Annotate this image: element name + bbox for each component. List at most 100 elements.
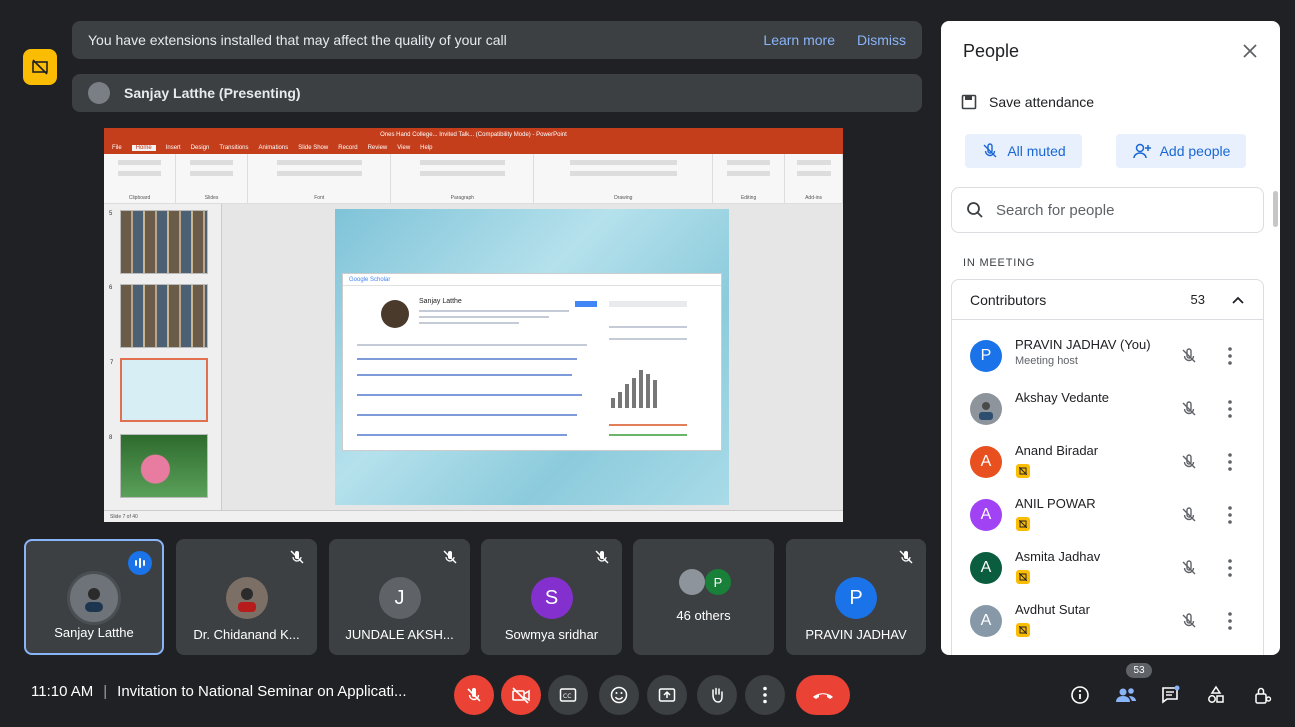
participant-avatar (225, 577, 268, 619)
mic-off-icon[interactable] (1180, 453, 1198, 471)
chat-button[interactable] (1156, 681, 1184, 709)
more-options-icon[interactable] (1228, 558, 1232, 578)
presenting-bar: Sanjay Latthe (Presenting) (72, 74, 922, 112)
participant-avatar: P (835, 577, 877, 619)
participant-name: Asmita Jadhav (1015, 549, 1101, 564)
microphone-button[interactable] (454, 675, 494, 715)
participant-row[interactable]: A Anand Biradar (970, 438, 1260, 488)
presenting-label: Sanjay Latthe (Presenting) (124, 85, 301, 101)
participant-name: Dr. Chidanand K... (193, 627, 300, 642)
participant-avatar (970, 393, 1002, 425)
contributors-header[interactable]: Contributors 53 (952, 280, 1263, 320)
contributors-section: Contributors 53 P PRAVIN JADHAV (You) Me… (951, 279, 1264, 655)
present-button[interactable] (647, 675, 687, 715)
more-options-button[interactable] (745, 675, 785, 715)
activities-button[interactable] (1202, 681, 1230, 709)
people-button[interactable] (1112, 681, 1140, 709)
ppt-group: Drawing (534, 154, 714, 203)
others-tile[interactable]: P 46 others (633, 539, 774, 655)
participant-tile[interactable]: J JUNDALE AKSH... (329, 539, 470, 655)
info-separator: | (103, 683, 108, 700)
meeting-details-button[interactable] (1066, 681, 1094, 709)
emoji-icon (610, 686, 628, 704)
mic-off-icon[interactable] (1180, 347, 1198, 365)
participant-row[interactable]: A ANIL POWAR (970, 491, 1260, 541)
more-options-icon[interactable] (1228, 452, 1232, 472)
more-options-icon[interactable] (1228, 505, 1232, 525)
mic-off-icon[interactable] (1180, 612, 1198, 630)
participant-tile[interactable]: Sanjay Latthe (24, 539, 164, 655)
participant-avatar: A (970, 552, 1002, 584)
save-attendance-label: Save attendance (989, 94, 1095, 110)
contributors-count: 53 (1190, 292, 1205, 307)
mic-off-icon[interactable] (1180, 506, 1198, 524)
raise-hand-button[interactable] (697, 675, 737, 715)
mic-off-icon (443, 550, 457, 564)
slide-thumbnails: 5 6 7 8 (104, 204, 222, 513)
slide-thumbnail: 8 (109, 434, 208, 498)
chevron-up-icon[interactable] (1231, 295, 1245, 305)
learn-more-link[interactable]: Learn more (763, 32, 835, 48)
hide-self-view-icon[interactable] (23, 49, 57, 85)
participant-tile[interactable]: S Sowmya sridhar (481, 539, 622, 655)
reactions-button[interactable] (599, 675, 639, 715)
presenting-badge-icon (1016, 623, 1030, 637)
mic-off-icon[interactable] (1180, 559, 1198, 577)
participant-row[interactable]: Akshay Vedante (970, 385, 1260, 435)
captions-icon: CC (559, 688, 577, 702)
more-options-icon[interactable] (1228, 611, 1232, 631)
mic-off-icon (467, 688, 481, 702)
participant-name: PRAVIN JADHAV (805, 627, 907, 642)
host-controls-button[interactable] (1249, 681, 1277, 709)
participant-row[interactable]: P PRAVIN JADHAV (You) Meeting host (970, 332, 1260, 382)
participant-tile[interactable]: P PRAVIN JADHAV (786, 539, 926, 655)
meeting-title[interactable]: Invitation to National Seminar on Applic… (117, 683, 406, 700)
ppt-title-bar: Ones Hand College... Invited Talk... (Co… (104, 128, 843, 142)
add-people-button[interactable]: Add people (1116, 134, 1246, 168)
participant-avatar: P (970, 340, 1002, 372)
camera-button[interactable] (501, 675, 541, 715)
activities-icon (1208, 685, 1224, 703)
citations-bar-chart (611, 368, 671, 408)
ppt-tab: Insert (165, 145, 181, 151)
slide-thumbnail: 5 (109, 210, 208, 274)
panel-scrollbar[interactable] (1273, 191, 1278, 227)
all-muted-button[interactable]: All muted (965, 134, 1082, 168)
ppt-tab: Review (367, 145, 388, 151)
participant-name: Anand Biradar (1015, 443, 1099, 458)
extensions-banner: You have extensions installed that may a… (72, 21, 922, 59)
leave-call-button[interactable] (796, 675, 850, 715)
ppt-tab: Transitions (219, 145, 249, 151)
ppt-tab: File (112, 145, 122, 151)
people-icon (1116, 688, 1136, 702)
participant-tile[interactable]: Dr. Chidanand K... (176, 539, 317, 655)
raise-hand-icon (712, 687, 723, 703)
more-options-icon[interactable] (1228, 346, 1232, 366)
dismiss-button[interactable]: Dismiss (857, 32, 906, 48)
search-input[interactable]: Search for people (951, 187, 1264, 233)
ppt-group: Add-ins (785, 154, 843, 203)
save-icon (961, 94, 977, 110)
close-icon[interactable] (1240, 41, 1260, 61)
more-options-icon[interactable] (1228, 399, 1232, 419)
participant-avatar: A (970, 446, 1002, 478)
scholar-screenshot: Google Scholar Sanjay Latthe (342, 273, 722, 451)
mic-off-icon[interactable] (1180, 400, 1198, 418)
mic-off-icon (899, 550, 913, 564)
present-screen-icon (658, 688, 676, 702)
ppt-ribbon-tabs: File Home Insert Design Transitions Anim… (104, 142, 843, 154)
mic-off-icon (983, 143, 997, 158)
search-placeholder: Search for people (996, 201, 1115, 219)
captions-button[interactable]: CC (548, 675, 588, 715)
participant-name: Akshay Vedante (1015, 390, 1109, 405)
bottom-control-bar: 11:10 AM | Invitation to National Semina… (0, 663, 1295, 727)
ppt-tab: Slide Show (298, 145, 329, 151)
participant-avatar: J (378, 577, 421, 619)
participant-row[interactable]: A Asmita Jadhav (970, 544, 1260, 594)
svg-text:CC: CC (563, 693, 571, 700)
participant-row[interactable]: A Avdhut Sutar (970, 597, 1260, 647)
participant-avatar: A (970, 499, 1002, 531)
mic-off-icon (595, 550, 609, 564)
save-attendance-button[interactable]: Save attendance (961, 94, 1094, 110)
shared-screen: Ones Hand College... Invited Talk... (Co… (104, 128, 843, 522)
